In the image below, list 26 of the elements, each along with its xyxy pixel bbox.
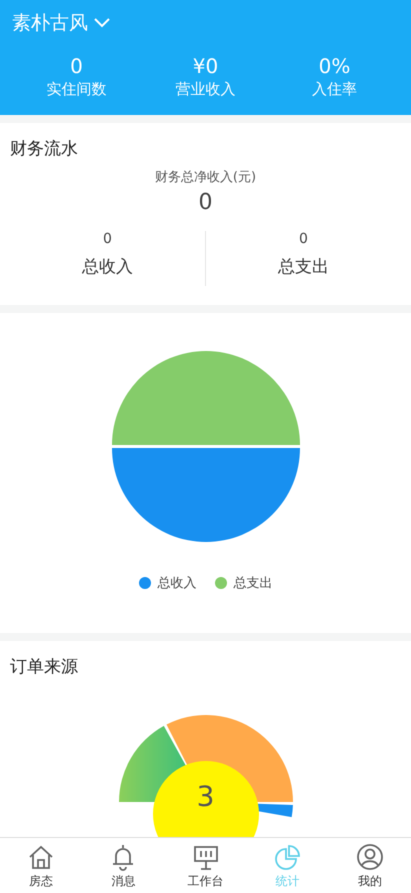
net-income-value: 0 xyxy=(198,190,212,215)
easel-icon xyxy=(192,843,220,871)
nav-tab[interactable]: 消息 xyxy=(82,838,164,893)
chevron-down-icon[interactable] xyxy=(94,18,110,28)
stat-label: 入住率 xyxy=(312,80,357,99)
stat-value: ¥0 xyxy=(192,54,218,78)
nav-tab[interactable]: 工作台 xyxy=(164,838,247,893)
nav-tab[interactable]: 房态 xyxy=(0,838,82,893)
legend-label: 总收入 xyxy=(158,575,196,592)
stat-value: 0% xyxy=(318,54,350,78)
total-label: 总收入 xyxy=(82,256,133,278)
stat-label: 实住间数 xyxy=(46,80,106,99)
section-title: 订单来源 xyxy=(10,656,78,678)
legend-label: 总支出 xyxy=(234,575,272,592)
nav-tab[interactable]: 我的 xyxy=(328,838,411,893)
section-title: 财务流水 xyxy=(10,138,78,160)
total-value: 0 xyxy=(299,231,308,247)
net-income-label: 财务总净收入(元) xyxy=(154,169,256,186)
stat-label: 营业收入 xyxy=(176,80,236,99)
pie-chart-icon xyxy=(274,843,302,871)
stat-value: 0 xyxy=(70,54,83,78)
house-icon xyxy=(27,843,56,871)
total-label: 总支出 xyxy=(278,256,329,278)
user-icon xyxy=(356,843,384,871)
total-value: 0 xyxy=(103,231,112,247)
order-count: 3 xyxy=(196,780,216,813)
